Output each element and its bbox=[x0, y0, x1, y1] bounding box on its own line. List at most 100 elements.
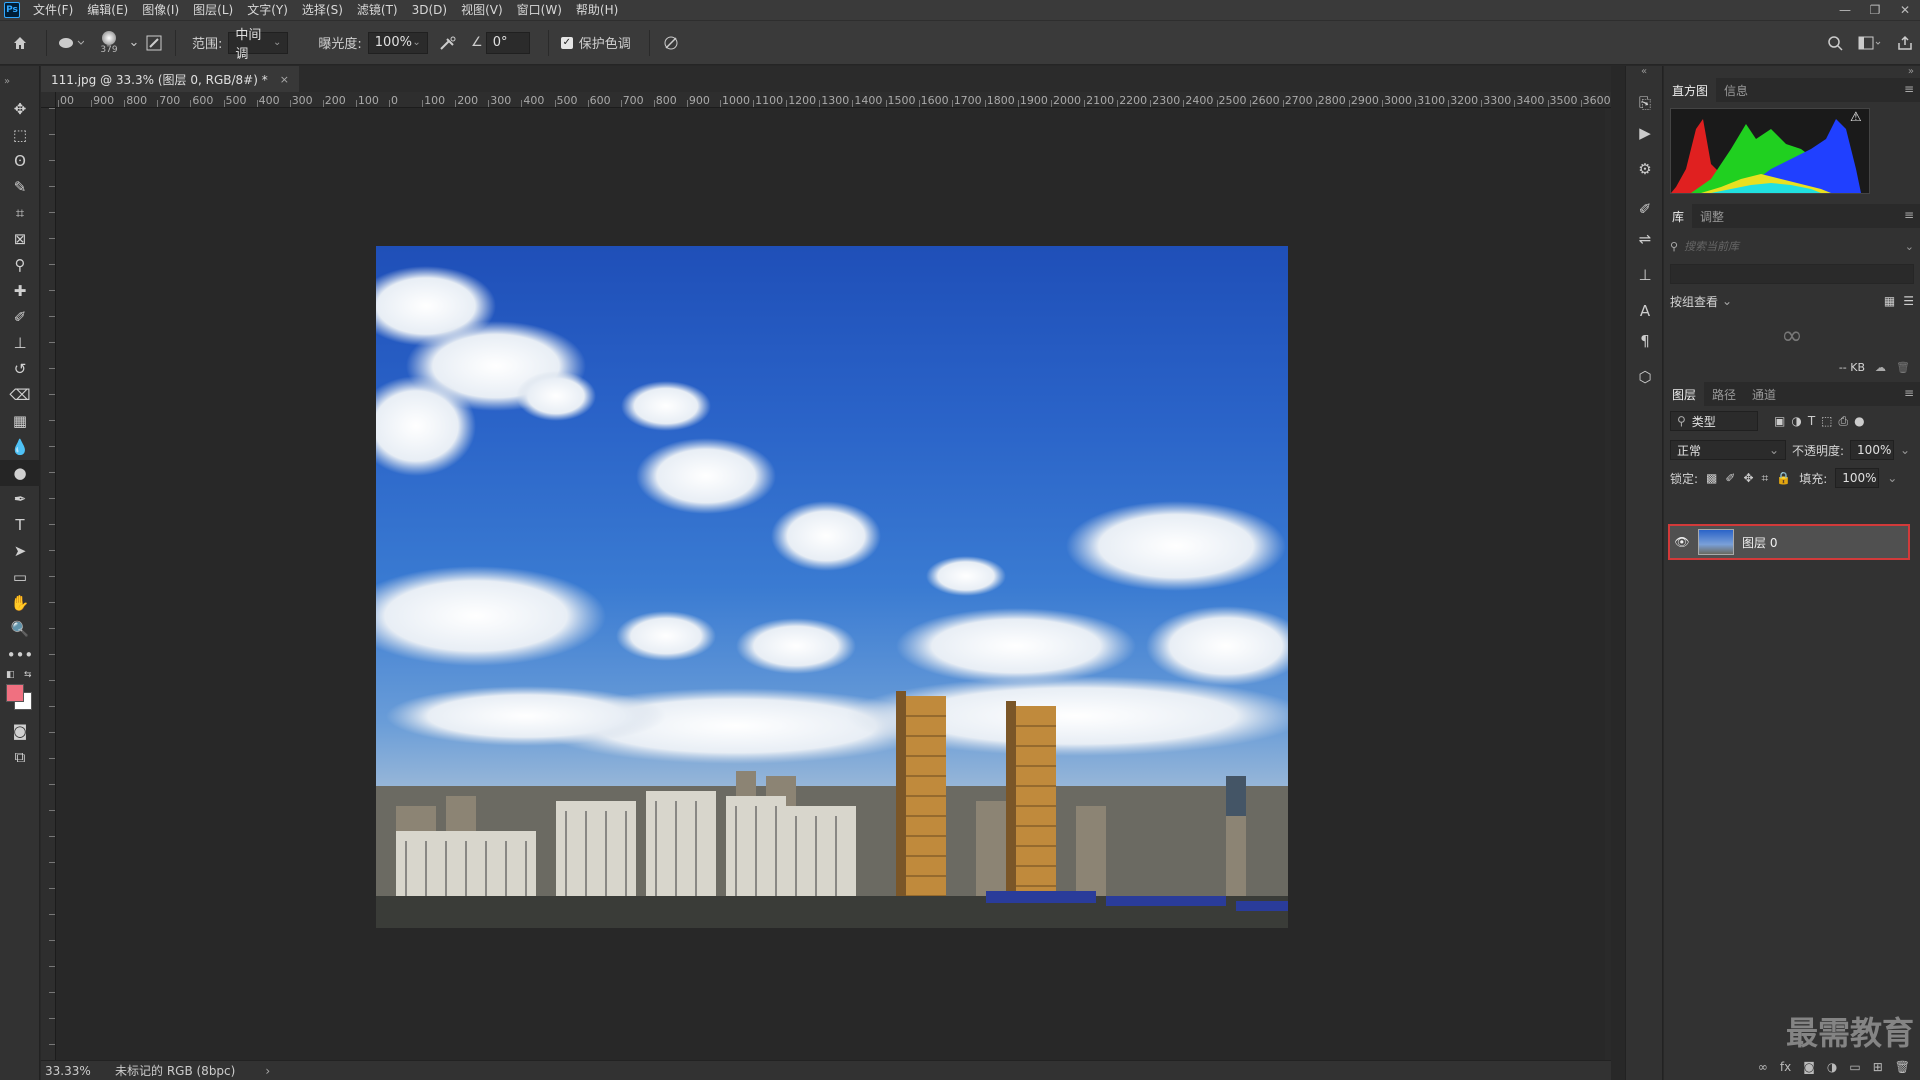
collapse-icon[interactable]: « bbox=[1626, 66, 1662, 80]
layer-filter-select[interactable]: ⚲ 类型 bbox=[1670, 411, 1758, 431]
document-tab[interactable]: 111.jpg @ 33.3% (图层 0, RGB/8#) * × bbox=[41, 66, 299, 92]
menu-select[interactable]: 选择(S) bbox=[295, 0, 350, 20]
trash-icon[interactable]: 🗑 bbox=[1896, 361, 1910, 374]
link-layers-icon[interactable]: ∞ bbox=[1758, 1060, 1768, 1074]
opacity-field[interactable]: 100% bbox=[1850, 440, 1895, 460]
sponge-tool-preset-icon[interactable] bbox=[53, 28, 89, 58]
search-icon[interactable] bbox=[1820, 28, 1850, 58]
rectangle-tool-icon[interactable]: ▭ bbox=[0, 564, 40, 590]
grid-view-icon[interactable]: ▦ bbox=[1884, 294, 1895, 308]
brush-preset-picker[interactable]: 379 bbox=[89, 28, 129, 58]
3d-panel-icon[interactable]: ⬡ bbox=[1626, 362, 1664, 392]
menu-type[interactable]: 文字(Y) bbox=[240, 0, 295, 20]
tab-adjustments[interactable]: 调整 bbox=[1692, 204, 1732, 228]
filter-pixel-icon[interactable]: ▣ bbox=[1774, 414, 1785, 428]
path-selection-tool-icon[interactable]: ➤ bbox=[0, 538, 40, 564]
filter-toggle-icon[interactable]: ● bbox=[1854, 414, 1864, 428]
menu-layer[interactable]: 图层(L) bbox=[186, 0, 240, 20]
range-select[interactable]: 中间调 ⌄ bbox=[228, 28, 289, 62]
close-tab-icon[interactable]: × bbox=[280, 73, 289, 86]
lock-position-icon[interactable]: ✥ bbox=[1743, 471, 1753, 485]
chevron-down-icon[interactable]: ⌄ bbox=[129, 28, 140, 58]
brush-settings-icon[interactable] bbox=[139, 28, 169, 58]
protect-tones-checkbox[interactable]: ✓ bbox=[560, 36, 573, 49]
exposure-field[interactable]: 100% ⌄ bbox=[367, 31, 428, 54]
layer-name[interactable]: 图层 0 bbox=[1742, 534, 1777, 551]
zoom-level[interactable]: 33.33% bbox=[45, 1064, 115, 1078]
lock-all-icon[interactable]: 🔒 bbox=[1776, 471, 1791, 485]
fill-field[interactable]: 100% bbox=[1835, 468, 1880, 488]
blur-tool-icon[interactable]: 💧 bbox=[0, 434, 40, 460]
paragraph-panel-icon[interactable]: ¶ bbox=[1626, 326, 1664, 356]
collapse-icon[interactable]: » bbox=[1664, 66, 1920, 78]
lock-image-icon[interactable]: ✐ bbox=[1725, 471, 1735, 485]
panel-menu-icon[interactable]: ≡ bbox=[1904, 208, 1914, 222]
filter-smart-object-icon[interactable]: ⎙ bbox=[1839, 414, 1849, 429]
panel-menu-icon[interactable]: ≡ bbox=[1904, 386, 1914, 400]
gradient-tool-icon[interactable]: ▦ bbox=[0, 408, 40, 434]
layer-row[interactable]: 👁 图层 0 bbox=[1668, 524, 1910, 560]
library-dropdown[interactable] bbox=[1670, 264, 1914, 284]
new-layer-icon[interactable]: ⊞ bbox=[1873, 1060, 1883, 1074]
move-tool-icon[interactable]: ✥ bbox=[0, 96, 40, 122]
collapse-icon[interactable]: » bbox=[0, 66, 39, 96]
filter-adjustment-icon[interactable]: ◑ bbox=[1791, 414, 1801, 428]
lock-transparent-icon[interactable]: ▩ bbox=[1706, 471, 1717, 485]
vertical-scrollbar[interactable] bbox=[1605, 109, 1611, 1060]
document-image[interactable] bbox=[376, 246, 1288, 928]
filter-shape-icon[interactable]: ⬚ bbox=[1821, 414, 1832, 428]
screen-mode-icon[interactable]: ⧉ bbox=[0, 744, 40, 770]
eyedropper-tool-icon[interactable]: ⚲ bbox=[0, 252, 40, 278]
clone-source-panel-icon[interactable]: ⊥ bbox=[1626, 260, 1664, 290]
blend-mode-select[interactable]: 正常 ⌄ bbox=[1670, 440, 1786, 460]
list-view-icon[interactable]: ☰ bbox=[1903, 294, 1914, 308]
brush-tool-icon[interactable]: ✐ bbox=[0, 304, 40, 330]
view-by-label[interactable]: 按组查看 bbox=[1670, 293, 1718, 310]
healing-brush-tool-icon[interactable]: ✚ bbox=[0, 278, 40, 304]
new-group-icon[interactable]: ▭ bbox=[1849, 1060, 1860, 1074]
menu-edit[interactable]: 编辑(E) bbox=[80, 0, 135, 20]
delete-layer-icon[interactable]: 🗑 bbox=[1895, 1060, 1910, 1074]
type-tool-icon[interactable]: T bbox=[0, 512, 40, 538]
foreground-color-swatch[interactable] bbox=[6, 684, 24, 702]
filter-type-icon[interactable]: T bbox=[1808, 414, 1815, 428]
marquee-tool-icon[interactable]: ⬚ bbox=[0, 122, 40, 148]
tab-histogram[interactable]: 直方图 bbox=[1664, 78, 1717, 102]
menu-window[interactable]: 窗口(W) bbox=[510, 0, 569, 20]
tab-channels[interactable]: 通道 bbox=[1744, 382, 1784, 406]
menu-3d[interactable]: 3D(D) bbox=[405, 0, 454, 20]
chevron-down-icon[interactable]: ⌄ bbox=[1887, 471, 1897, 485]
more-tools-icon[interactable]: ••• bbox=[0, 642, 40, 668]
eraser-tool-icon[interactable]: ⌫ bbox=[0, 382, 40, 408]
history-panel-icon[interactable]: ⎘ bbox=[1626, 88, 1664, 118]
sponge-tool-icon[interactable]: ● bbox=[0, 460, 40, 486]
adjustment-layer-icon[interactable]: ◑ bbox=[1827, 1060, 1837, 1074]
visibility-eye-icon[interactable]: 👁 bbox=[1670, 535, 1694, 549]
pressure-size-icon[interactable] bbox=[656, 28, 686, 58]
menu-file[interactable]: 文件(F) bbox=[26, 0, 80, 20]
warning-icon[interactable]: ⚠ bbox=[1850, 110, 1862, 125]
share-icon[interactable] bbox=[1890, 28, 1920, 58]
close-icon[interactable]: ✕ bbox=[1890, 0, 1920, 20]
cloud-sync-icon[interactable]: ☁ bbox=[1875, 361, 1886, 374]
menu-view[interactable]: 视图(V) bbox=[454, 0, 510, 20]
panel-menu-icon[interactable]: ≡ bbox=[1904, 82, 1914, 96]
hand-tool-icon[interactable]: ✋ bbox=[0, 590, 40, 616]
tab-paths[interactable]: 路径 bbox=[1704, 382, 1744, 406]
library-search[interactable]: ⚲ 搜索当前库 ⌄ bbox=[1670, 234, 1914, 258]
actions-panel-icon[interactable]: ▶ bbox=[1626, 118, 1664, 148]
tab-info[interactable]: 信息 bbox=[1716, 78, 1756, 102]
quick-mask-icon[interactable]: ◙ bbox=[0, 718, 40, 744]
chevron-down-icon[interactable]: ⌄ bbox=[1722, 294, 1732, 308]
fx-icon[interactable]: fx bbox=[1780, 1060, 1791, 1074]
angle-field[interactable]: 0° bbox=[485, 31, 530, 54]
character-panel-icon[interactable]: A bbox=[1626, 296, 1664, 326]
brush-settings-panel-icon[interactable]: ✐ bbox=[1626, 194, 1664, 224]
chevron-down-icon[interactable]: ⌄ bbox=[1900, 443, 1910, 457]
pen-tool-icon[interactable]: ✒ bbox=[0, 486, 40, 512]
menu-image[interactable]: 图像(I) bbox=[135, 0, 186, 20]
properties-panel-icon[interactable]: ⚙ bbox=[1626, 154, 1664, 184]
menu-help[interactable]: 帮助(H) bbox=[569, 0, 625, 20]
add-mask-icon[interactable]: ◙ bbox=[1803, 1060, 1815, 1074]
status-more-icon[interactable]: › bbox=[265, 1064, 270, 1078]
